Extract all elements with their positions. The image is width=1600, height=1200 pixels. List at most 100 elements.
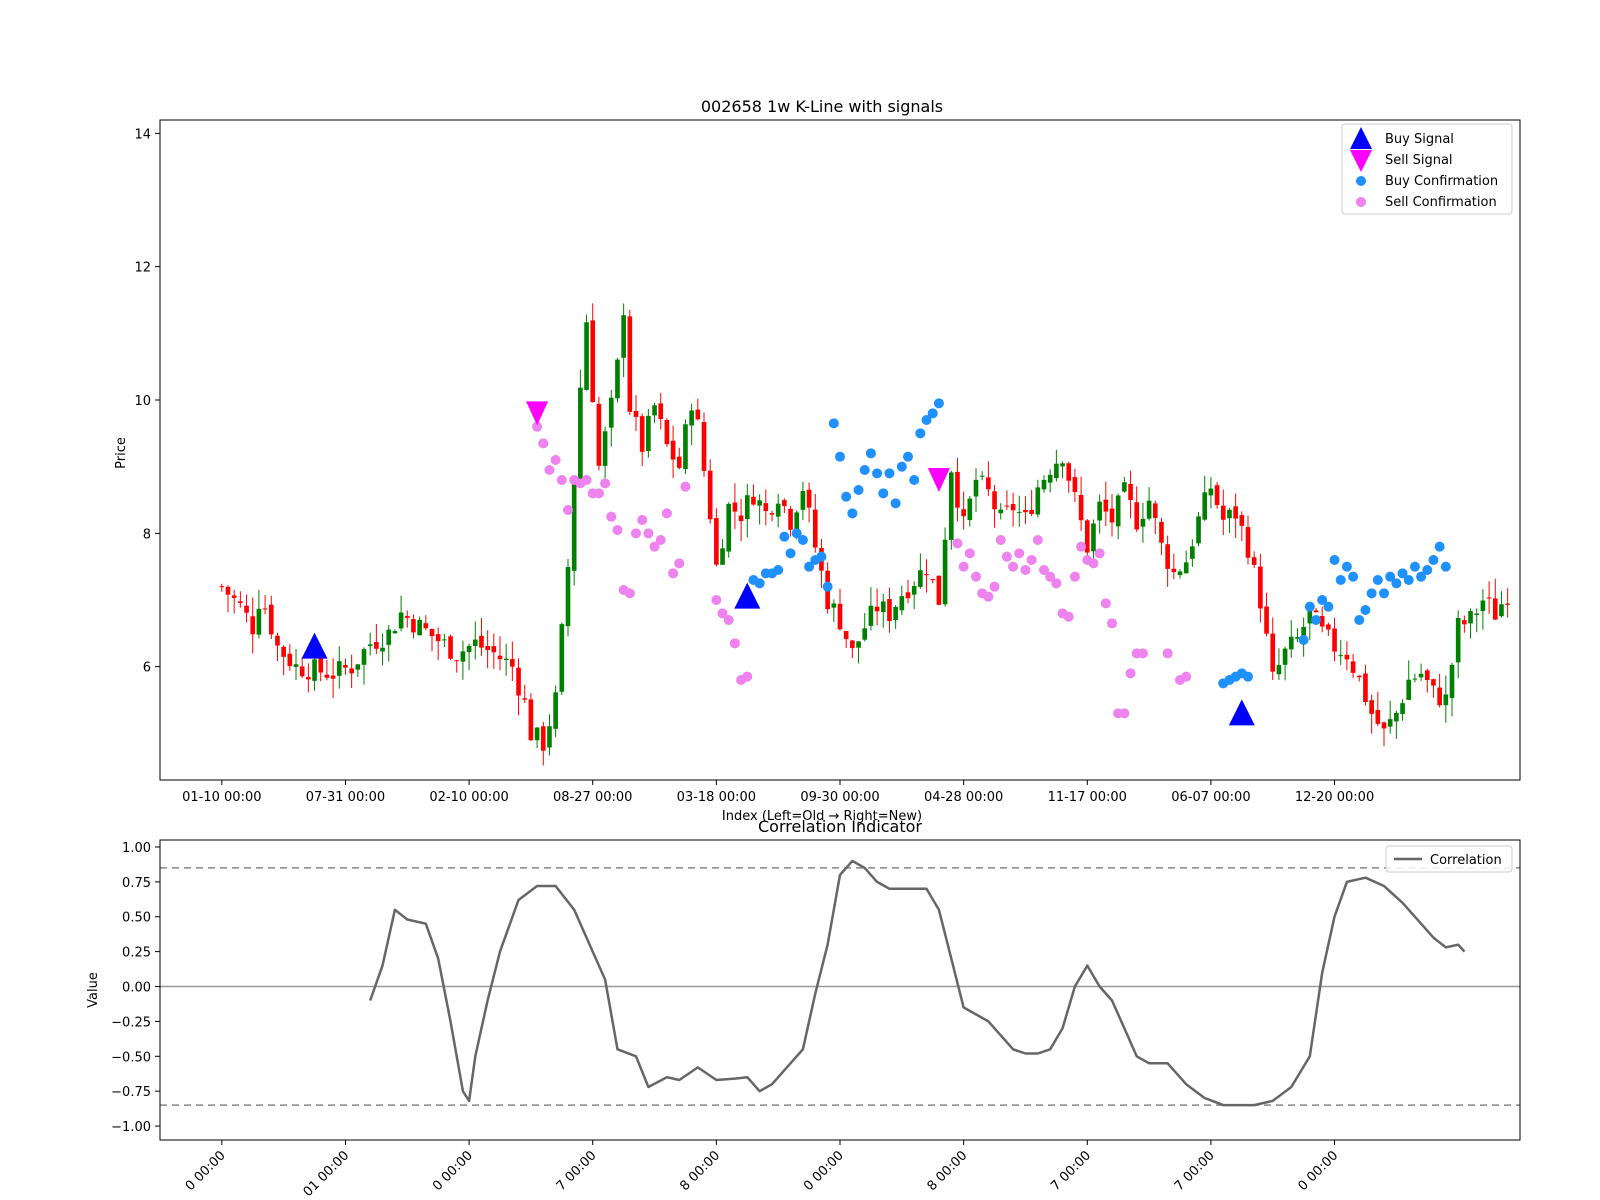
- sell-confirmation-dot: [1032, 535, 1043, 545]
- candle-body: [720, 548, 725, 565]
- candle-body: [219, 586, 225, 588]
- sell-confirmation-dot: [971, 571, 981, 582]
- candle-body: [330, 675, 336, 679]
- candle-body: [398, 612, 404, 629]
- candle-body: [1344, 654, 1350, 660]
- buy-confirmation-dot: [847, 508, 858, 519]
- candle-body: [250, 616, 256, 635]
- candle-body: [1072, 477, 1078, 493]
- candle-body: [602, 431, 608, 466]
- candle-body: [225, 586, 231, 595]
- candle-body: [874, 606, 880, 612]
- candle-body: [1492, 598, 1498, 620]
- candle-body: [664, 419, 670, 445]
- sell-confirmation-dot: [1001, 551, 1012, 562]
- candle-body: [1103, 499, 1109, 512]
- candle-body: [1152, 503, 1158, 518]
- candle-body: [1282, 648, 1288, 665]
- price-legend: Buy Signal Sell Signal Buy Confirmation …: [1341, 123, 1513, 215]
- candle-body: [936, 575, 942, 605]
- sell-confirmation-dot: [550, 455, 561, 465]
- sell-confirmation-dot: [1181, 671, 1192, 682]
- candle-body: [1004, 505, 1010, 507]
- correlation-y-tick-label: 0.75: [122, 876, 151, 891]
- sell-confirmation-dot: [1014, 548, 1025, 559]
- sell-confirmation-dot: [995, 535, 1006, 545]
- buy-confirmation-dot: [927, 408, 938, 419]
- candle-body: [1146, 500, 1152, 519]
- candle-body: [794, 512, 800, 532]
- candle-body: [1424, 670, 1430, 680]
- candle-body: [1258, 566, 1263, 609]
- correlation-y-tick-label: −0.75: [111, 1085, 151, 1100]
- candle-body: [973, 479, 979, 497]
- candle-body: [1171, 568, 1177, 573]
- buy-confirmation-dot: [1428, 555, 1439, 565]
- candle-body: [281, 646, 286, 657]
- correlation-y-tick-label: −0.50: [111, 1050, 151, 1065]
- candle-body: [812, 509, 818, 548]
- candle-body: [1140, 518, 1146, 527]
- chart-figure: 002658 1w K-Line with signals Price Inde…: [0, 0, 1600, 1200]
- candle-body: [1220, 505, 1226, 520]
- legend-correlation-label: Correlation: [1430, 853, 1502, 868]
- candle-body: [701, 422, 707, 471]
- candle-body: [553, 692, 558, 729]
- candle-body: [361, 649, 367, 665]
- candle-body: [466, 646, 472, 653]
- candle-body: [893, 606, 898, 620]
- correlation-y-tick-label: 0.00: [122, 981, 151, 996]
- candle-body: [782, 500, 787, 507]
- candle-body: [1078, 494, 1084, 521]
- candle-body: [998, 509, 1004, 514]
- price-x-tick-label: 07-31 00:00: [306, 790, 385, 805]
- candle-body: [979, 475, 985, 477]
- candle-body: [621, 315, 626, 358]
- candle-body: [862, 628, 868, 640]
- buy-confirmation-dot: [1304, 601, 1315, 612]
- candle-body: [1128, 483, 1133, 500]
- candle-body: [534, 727, 540, 741]
- candle-body: [293, 664, 299, 667]
- candle-body: [608, 397, 614, 428]
- candle-body: [658, 403, 664, 420]
- candle-body: [497, 655, 503, 660]
- sell-confirmation-dot: [1008, 561, 1019, 572]
- candle-body: [930, 579, 936, 581]
- sell-confirmation-dot: [668, 568, 679, 579]
- candle-body: [967, 498, 973, 521]
- candle-body: [1468, 611, 1473, 624]
- candle-body: [1443, 694, 1449, 706]
- buy-confirmation-dot: [890, 498, 901, 509]
- candle-body: [942, 539, 948, 605]
- buy-confirmation-dot: [1379, 588, 1389, 599]
- candle-body: [1313, 610, 1319, 613]
- sell-confirmation-dot: [600, 478, 611, 489]
- sell-confirmation-dot: [1162, 648, 1173, 659]
- candle-body: [1418, 673, 1424, 678]
- candle-body: [868, 605, 874, 626]
- candle-body: [1375, 710, 1381, 724]
- correlation-legend: Correlation: [1385, 845, 1513, 873]
- candle-body: [306, 676, 311, 680]
- candle-body: [343, 664, 348, 668]
- candle-body: [1387, 719, 1393, 727]
- buy-confirmation-dot: [779, 531, 790, 542]
- price-x-tick-label: 04-28 00:00: [924, 790, 1003, 805]
- candle-body: [627, 316, 633, 412]
- buy-confirmation-dot: [1348, 571, 1359, 582]
- candle-body: [448, 636, 453, 659]
- candle-body: [689, 410, 694, 426]
- buy-confirmation-dot: [896, 461, 907, 472]
- candle-body: [1400, 703, 1405, 715]
- buy-confirmation-dot: [1298, 635, 1309, 645]
- buy-confirmation-dot: [933, 398, 944, 409]
- price-x-tick-label: 02-10 00:00: [429, 790, 508, 805]
- candle-body: [652, 405, 657, 416]
- buy-confirmation-dot: [1311, 615, 1321, 625]
- price-x-tick-label: 06-07 00:00: [1171, 790, 1250, 805]
- candle-body: [769, 513, 775, 515]
- buy-confirmation-dot: [1366, 588, 1377, 599]
- candle-body: [1202, 492, 1208, 520]
- candle-body: [887, 599, 892, 622]
